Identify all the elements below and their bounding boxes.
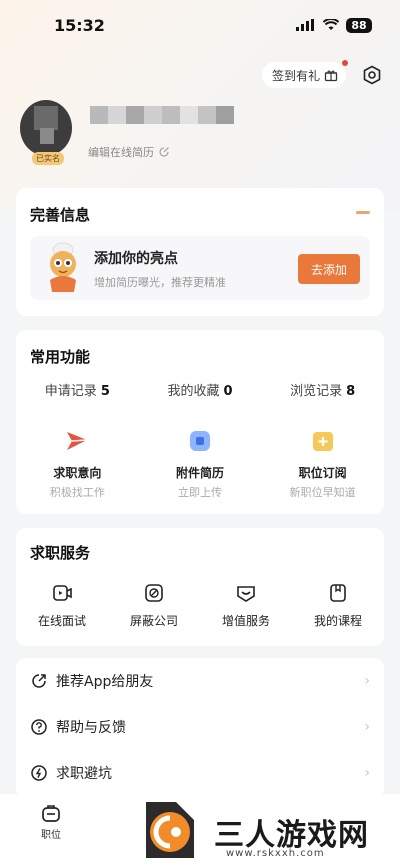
share-icon (32, 674, 46, 688)
chevron-right-icon: › (364, 719, 370, 735)
status-time: 15:32 (54, 15, 105, 35)
progress-indicator (356, 211, 370, 214)
settings-button[interactable] (360, 63, 384, 87)
settings-icon (363, 65, 381, 85)
add-highlight-button[interactable]: 去添加 (298, 254, 360, 284)
status-bar: 15:32 88 (0, 0, 400, 50)
gift-icon (324, 70, 338, 82)
chevron-right-icon: › (364, 673, 370, 689)
user-name-blurred (90, 106, 234, 124)
send-icon (67, 432, 88, 450)
service-icon (237, 586, 255, 602)
avatar[interactable] (20, 100, 72, 156)
verified-badge: 已实名 (32, 152, 64, 165)
service-value-added[interactable]: 增值服务 (200, 582, 292, 629)
features-row: 求职意向 积极找工作 附件简历 立即上传 职位订阅 新职位早知道 (16, 426, 384, 500)
stat-favorites[interactable]: 我的收藏 0 (139, 380, 262, 399)
mascot-icon (50, 242, 76, 292)
highlight-subtitle: 增加简历曝光，推荐更精准 (94, 276, 226, 289)
menu-job-pitfalls[interactable]: 求职避坑 › (16, 750, 384, 796)
briefcase-icon (42, 805, 60, 822)
complete-info-title: 完善信息 (30, 206, 91, 224)
battery-indicator: 88 (346, 17, 372, 33)
highlight-title: 添加你的亮点 (94, 251, 178, 267)
tab-jobs[interactable]: 职位 (34, 802, 68, 841)
highlight-prompt[interactable]: 添加你的亮点 增加简历曝光，推荐更精准 去添加 (30, 236, 370, 300)
header-actions: 签到有礼 (261, 60, 384, 88)
video-icon (53, 585, 72, 601)
subscribe-icon (312, 432, 333, 451)
watermark-url: www.rskxxh.com (226, 848, 325, 859)
notification-dot (342, 60, 348, 66)
complete-info-card: 完善信息 添加你的亮点 增加简历曝光，推荐更精准 去添加 (16, 188, 384, 316)
warning-icon (31, 765, 47, 781)
feature-job-subscription[interactable]: 职位订阅 新职位早知道 (261, 426, 384, 500)
edit-icon (159, 147, 169, 157)
edit-resume-label: 编辑在线简历 (88, 146, 154, 159)
status-icons: 88 (296, 17, 372, 33)
services-row: 在线面试 屏蔽公司 增值服务 我的课程 (16, 582, 384, 629)
service-online-interview[interactable]: 在线面试 (16, 582, 108, 629)
signal-icon (296, 19, 314, 31)
stat-applications[interactable]: 申请记录 5 (16, 380, 139, 399)
block-icon (145, 584, 163, 602)
service-block-company[interactable]: 屏蔽公司 (108, 582, 200, 629)
menu-recommend-app[interactable]: 推荐App给朋友 › (16, 658, 384, 704)
feature-attachment-resume[interactable]: 附件简历 立即上传 (139, 426, 262, 500)
stats-row: 申请记录 5 我的收藏 0 浏览记录 8 (16, 380, 384, 399)
settings-menu-card: 推荐App给朋友 › 帮助与反馈 › 求职避坑 › (16, 658, 384, 798)
common-functions-title: 常用功能 (30, 348, 91, 366)
checkin-button[interactable]: 签到有礼 (261, 60, 348, 88)
service-my-courses[interactable]: 我的课程 (292, 582, 384, 629)
menu-help-feedback[interactable]: 帮助与反馈 › (16, 704, 384, 750)
job-services-title: 求职服务 (30, 544, 91, 562)
feature-job-intention[interactable]: 求职意向 积极找工作 (16, 426, 139, 500)
help-icon (31, 719, 47, 735)
wifi-icon (323, 19, 339, 30)
watermark: 三人游戏网 www.rskxxh.com (130, 796, 400, 866)
common-functions-card: 常用功能 申请记录 5 我的收藏 0 浏览记录 8 求职意向 积极找工作 附件简… (16, 330, 384, 514)
stat-history[interactable]: 浏览记录 8 (261, 380, 384, 399)
watermark-logo-icon (146, 802, 194, 858)
course-icon (330, 584, 346, 602)
checkin-label: 签到有礼 (271, 68, 320, 83)
chevron-right-icon: › (364, 765, 370, 781)
job-services-card: 求职服务 在线面试 屏蔽公司 增值服务 我的课程 (16, 528, 384, 646)
profile-section: 已实名 编辑在线简历 (20, 100, 380, 170)
document-icon (190, 431, 210, 451)
edit-resume-link[interactable]: 编辑在线简历 (88, 144, 170, 160)
